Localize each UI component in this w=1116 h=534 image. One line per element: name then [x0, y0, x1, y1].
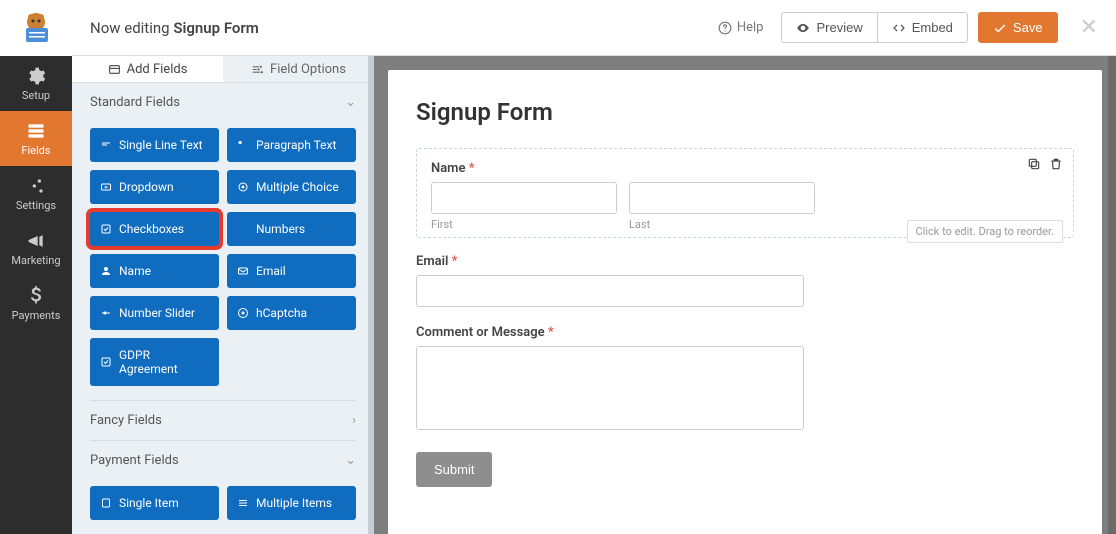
rail-fields[interactable]: Fields [0, 111, 72, 166]
app-logo [0, 0, 72, 56]
tab-add-fields[interactable]: Add Fields [72, 56, 223, 82]
submit-button[interactable]: Submit [416, 452, 492, 487]
rail-marketing[interactable]: Marketing [0, 221, 72, 276]
rail-fields-label: Fields [21, 144, 50, 157]
input-last-name[interactable] [629, 182, 815, 214]
field-label-email: Email * [416, 254, 1074, 269]
top-bar: Now editing Signup Form Help Preview Emb… [72, 0, 1116, 56]
field-label-comment: Comment or Message * [416, 325, 1074, 340]
trash-icon[interactable] [1049, 157, 1063, 175]
field-checkboxes[interactable]: Checkboxes [90, 212, 219, 246]
field-dropdown[interactable]: Dropdown [90, 170, 219, 204]
reorder-tooltip: Click to edit. Drag to reorder. [907, 220, 1063, 243]
rail-marketing-label: Marketing [11, 254, 60, 267]
field-number-slider[interactable]: Number Slider [90, 296, 219, 330]
field-email[interactable]: Email [227, 254, 356, 288]
embed-button[interactable]: Embed [878, 12, 968, 43]
form-field-name[interactable]: Name * First Last Click to edit. Dra [416, 148, 1074, 238]
left-rail: Setup Fields Settings Marketing Payments [0, 0, 72, 534]
input-email[interactable] [416, 275, 804, 307]
rail-settings[interactable]: Settings [0, 166, 72, 221]
sublabel-last: Last [629, 218, 815, 231]
field-multiple-choice[interactable]: Multiple Choice [227, 170, 356, 204]
tab-field-options[interactable]: Field Options [223, 56, 374, 82]
save-button[interactable]: Save [978, 12, 1058, 43]
form-title: Signup Form [416, 98, 1074, 126]
form-canvas: Signup Form Name * First [388, 70, 1102, 534]
section-fancy[interactable]: Fancy Fields › [72, 401, 374, 440]
field-paragraph-text[interactable]: Paragraph Text [227, 128, 356, 162]
sublabel-first: First [431, 218, 617, 231]
field-single-line-text[interactable]: Single Line Text [90, 128, 219, 162]
form-preview-area: Signup Form Name * First [374, 56, 1116, 534]
duplicate-icon[interactable] [1027, 157, 1041, 175]
field-multiple-items[interactable]: Multiple Items [227, 486, 356, 520]
rail-payments-label: Payments [12, 309, 61, 322]
input-comment[interactable] [416, 346, 804, 430]
rail-setup-label: Setup [22, 89, 50, 102]
rail-settings-label: Settings [16, 199, 56, 212]
field-single-item[interactable]: Single Item [90, 486, 219, 520]
chevron-down-icon: ⌄ [345, 453, 356, 468]
rail-payments[interactable]: Payments [0, 276, 72, 331]
section-standard[interactable]: Standard Fields ⌄ [72, 83, 374, 122]
input-first-name[interactable] [431, 182, 617, 214]
preview-button[interactable]: Preview [781, 12, 877, 43]
rail-setup[interactable]: Setup [0, 56, 72, 111]
field-hcaptcha[interactable]: hCaptcha [227, 296, 356, 330]
field-numbers[interactable]: Numbers [227, 212, 356, 246]
page-title: Now editing Signup Form [90, 19, 700, 37]
form-field-email[interactable]: Email * [416, 254, 1074, 307]
field-label-name: Name * [431, 161, 1059, 176]
fields-panel: Add Fields Field Options Standard Fields… [72, 56, 374, 534]
form-field-comment[interactable]: Comment or Message * [416, 325, 1074, 434]
preview-scrollbar[interactable] [1108, 56, 1116, 534]
help-link[interactable]: Help [710, 14, 772, 41]
chevron-down-icon: ⌄ [345, 95, 356, 110]
field-name[interactable]: Name [90, 254, 219, 288]
close-icon[interactable]: ✕ [1080, 15, 1098, 40]
section-payment[interactable]: Payment Fields ⌄ [72, 441, 374, 480]
field-gdpr[interactable]: GDPR Agreement [90, 338, 219, 386]
chevron-right-icon: › [352, 413, 356, 428]
preview-embed-group: Preview Embed [781, 12, 967, 43]
